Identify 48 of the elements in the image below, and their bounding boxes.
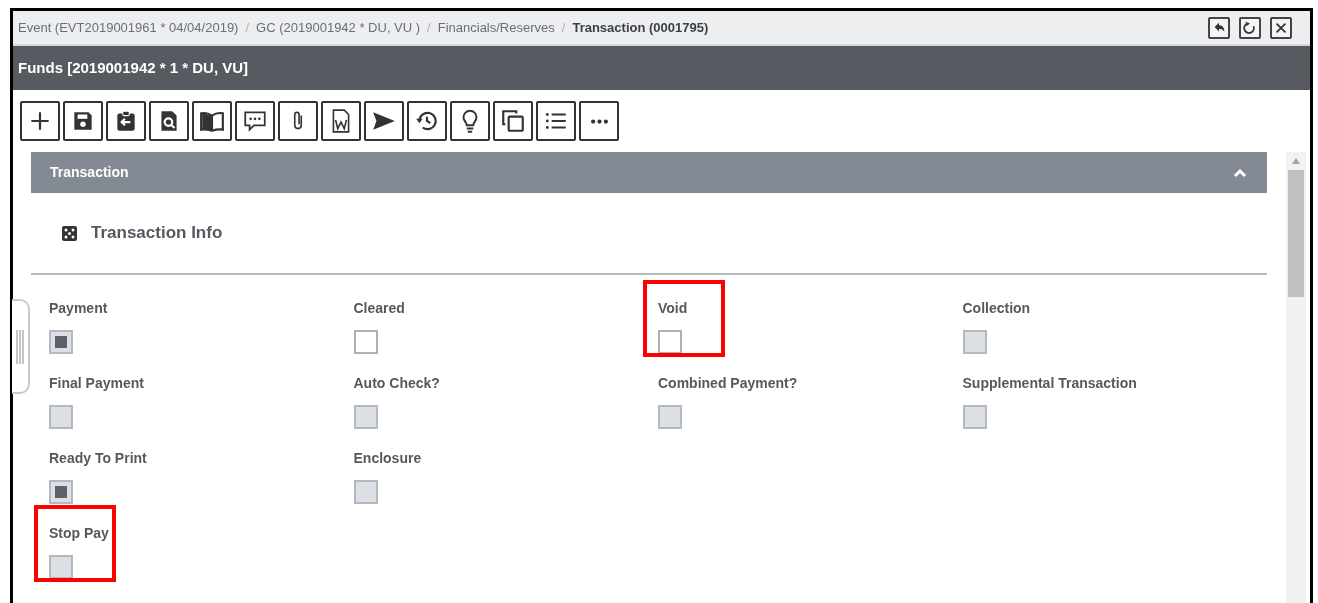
field-label: Supplemental Transaction xyxy=(962,375,1137,391)
history-button[interactable] xyxy=(407,101,447,141)
dice-icon xyxy=(62,225,77,241)
copy-icon xyxy=(500,108,526,134)
more-icon xyxy=(590,118,608,124)
comment-icon xyxy=(242,108,268,134)
field-label: Ready To Print xyxy=(49,450,147,466)
close-icon[interactable] xyxy=(1270,16,1292,39)
word-document-button[interactable] xyxy=(321,101,361,141)
field-label: Cleared xyxy=(353,300,405,316)
lightbulb-button[interactable] xyxy=(450,101,490,141)
comment-button[interactable] xyxy=(235,101,275,141)
copy-button[interactable] xyxy=(493,101,533,141)
breadcrumb-separator: / xyxy=(245,18,250,37)
field-label: Final Payment xyxy=(49,375,144,391)
section-title: Transaction Info xyxy=(91,222,223,245)
clipboard-button[interactable] xyxy=(106,101,146,141)
breadcrumb-link[interactable]: Financials/Reserves xyxy=(437,17,555,38)
checkbox[interactable] xyxy=(658,330,682,354)
field-label: Combined Payment? xyxy=(658,375,798,391)
window-title: Funds [2019001942 * 1 * DU, VU] xyxy=(18,57,249,78)
collapse-icon[interactable] xyxy=(1233,167,1247,178)
breadcrumb-link[interactable]: GC (2019001942 * DU, VU ) xyxy=(256,17,421,38)
scroll-thumb[interactable] xyxy=(1288,170,1304,297)
panel-header[interactable]: Transaction xyxy=(31,152,1267,193)
back-icon[interactable] xyxy=(1208,16,1230,39)
field-label: Auto Check? xyxy=(353,375,440,391)
add-button[interactable] xyxy=(20,101,60,141)
scrollbar[interactable] xyxy=(1286,152,1306,603)
document-search-button[interactable] xyxy=(149,101,189,141)
field-label: Void xyxy=(658,300,688,316)
field-label: Stop Pay xyxy=(49,525,109,541)
save-button[interactable] xyxy=(63,101,103,141)
list-button[interactable] xyxy=(536,101,576,141)
send-button[interactable] xyxy=(364,101,404,141)
field-label: Payment xyxy=(49,300,108,316)
breadcrumb-separator: / xyxy=(561,18,566,37)
refresh-icon[interactable] xyxy=(1239,16,1261,39)
field-label: Enclosure xyxy=(353,450,422,466)
breadcrumb-separator: / xyxy=(427,18,431,37)
checkbox[interactable] xyxy=(353,330,378,354)
more-button[interactable] xyxy=(579,101,619,141)
book-button[interactable] xyxy=(192,101,232,141)
breadcrumb-link[interactable]: Event (EVT2019001961 * 04/04/2019) xyxy=(18,17,239,38)
paperclip-button[interactable] xyxy=(278,101,318,141)
drawer-handle[interactable] xyxy=(12,299,30,394)
field-label: Collection xyxy=(962,300,1031,316)
breadcrumb-current: Transaction (0001795) xyxy=(572,18,709,37)
